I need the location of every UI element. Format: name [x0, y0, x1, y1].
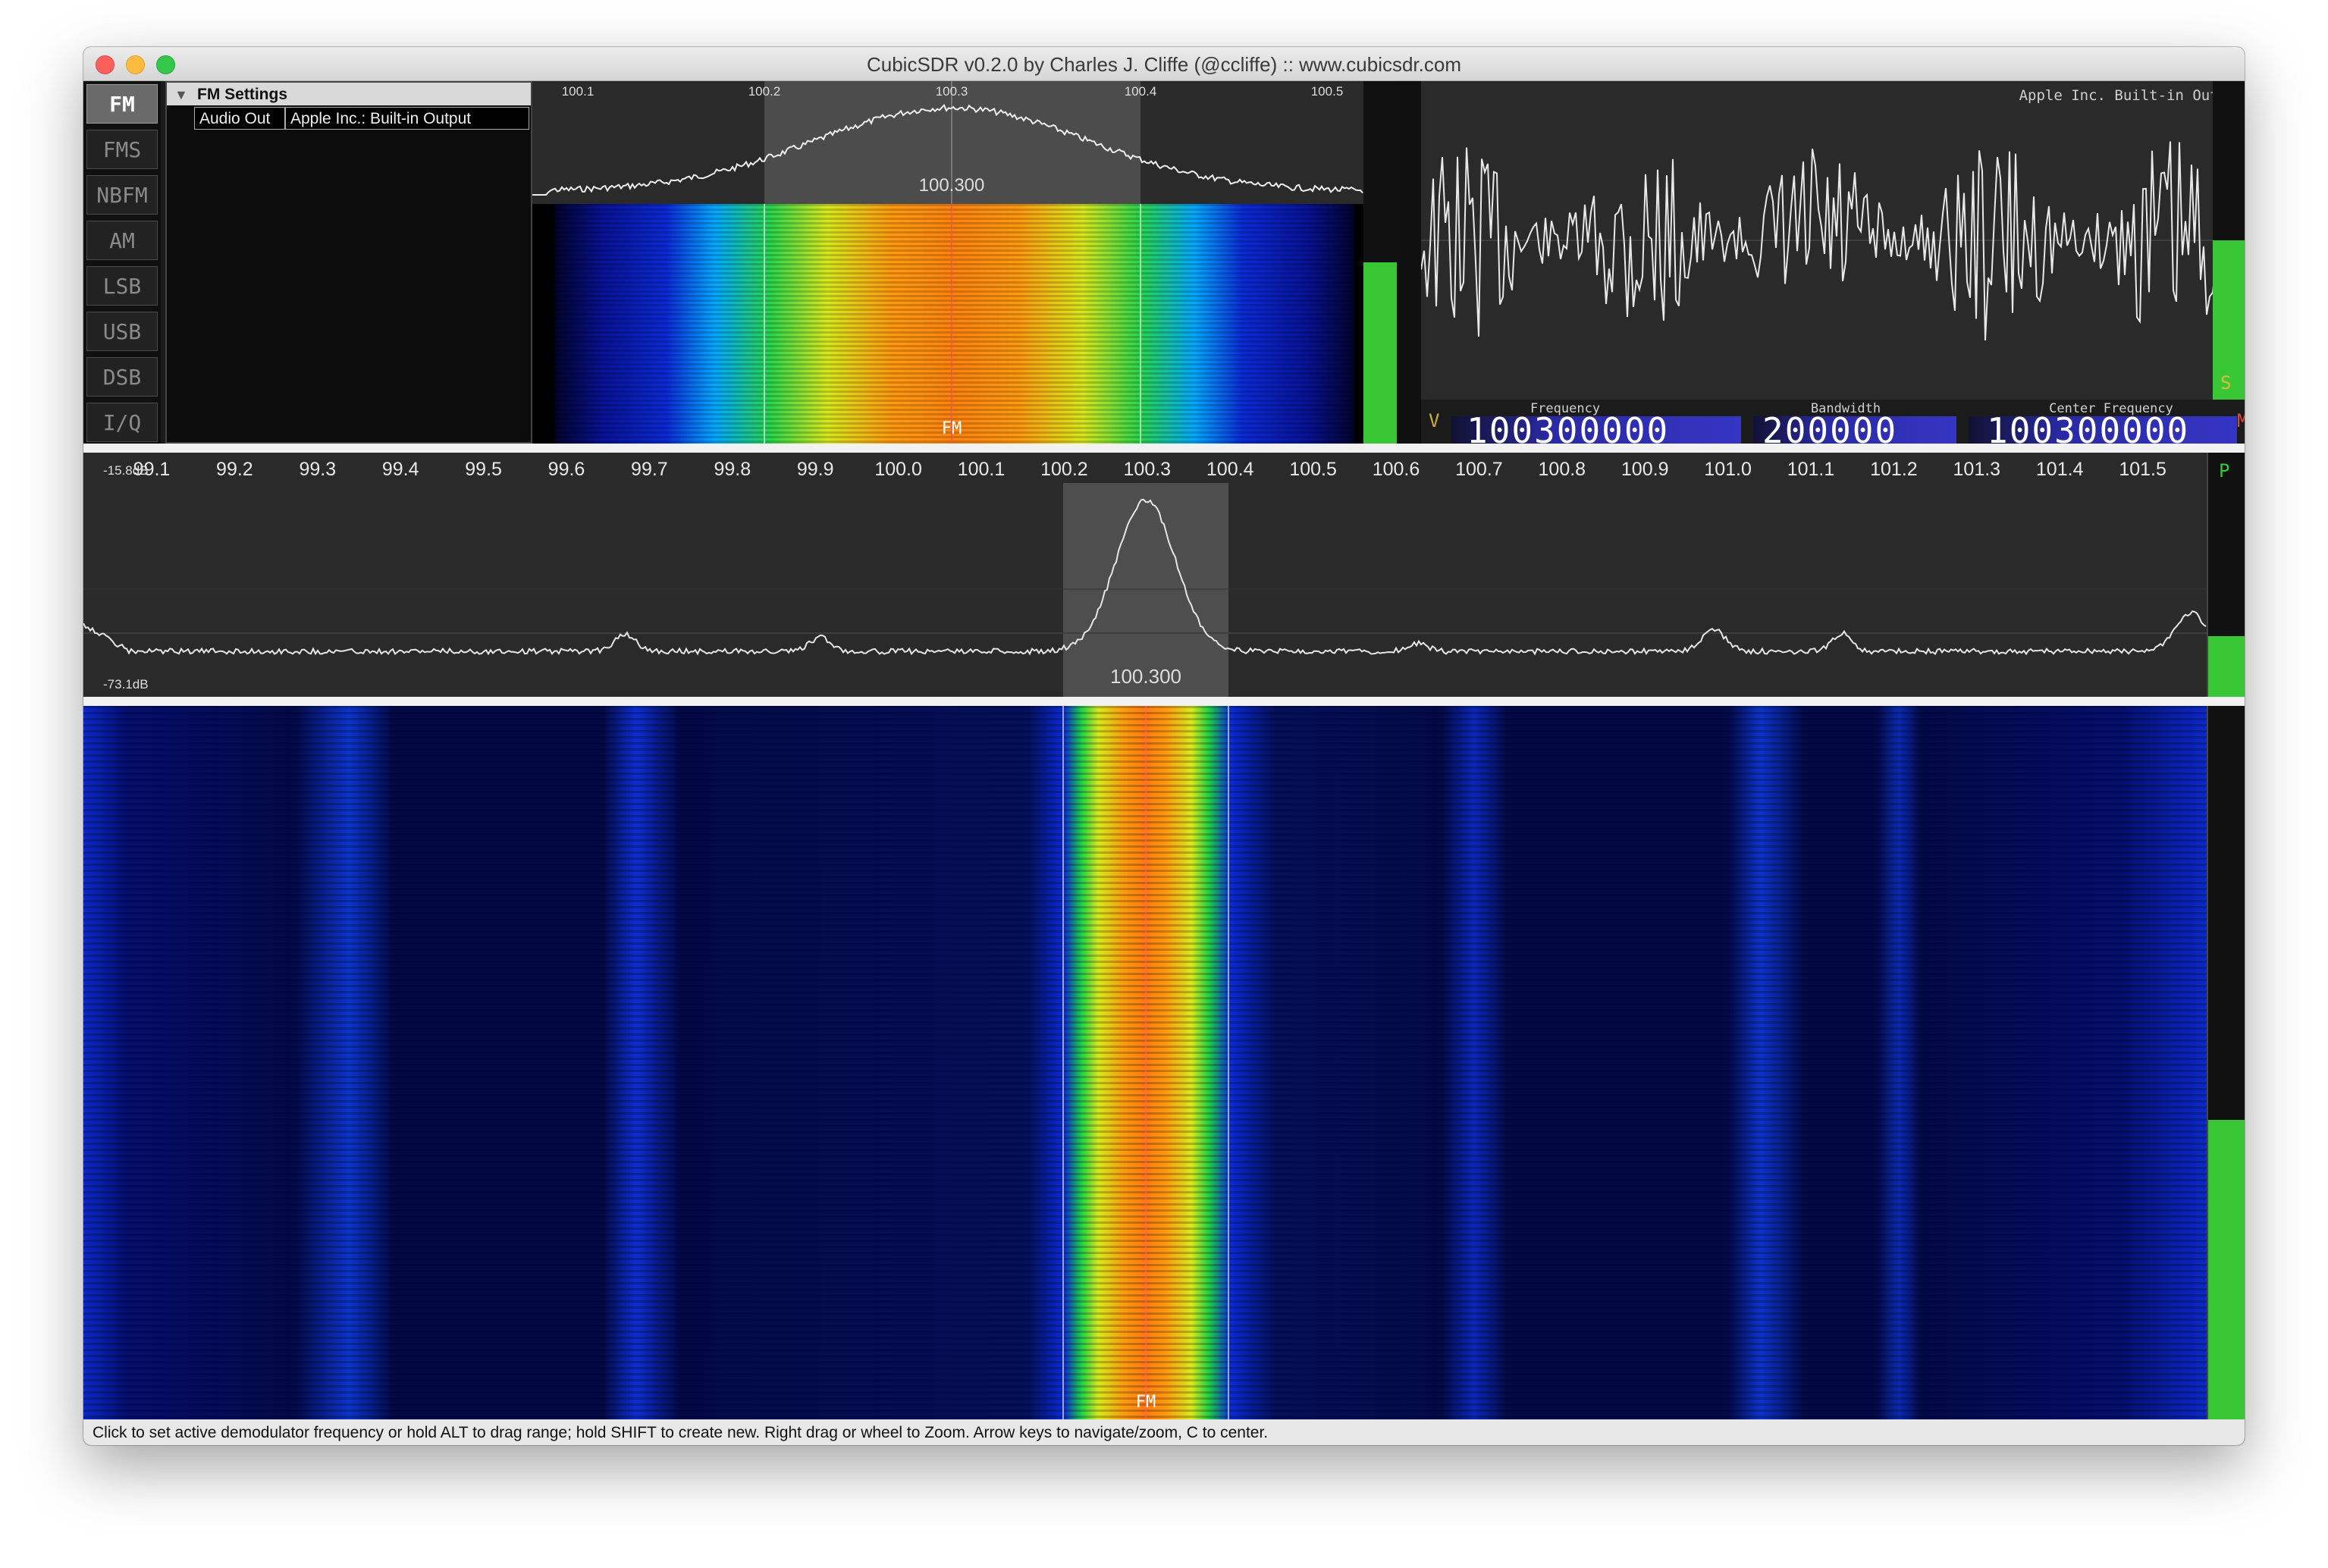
mode-selector: FM FMS NBFM AM LSB USB DSB I/Q: [83, 81, 161, 444]
spectrum-tick-label: 100.2: [1040, 459, 1088, 480]
main-waterfall-texture: [83, 706, 2207, 1419]
waterfall-speed-meter[interactable]: [2207, 706, 2245, 1419]
audio-out-row: Audio Out Apple Inc.: Built-in Output: [167, 107, 531, 130]
app-window: CubicSDR v0.2.0 by Charles J. Cliffe (@c…: [83, 47, 2245, 1445]
mode-button-am[interactable]: AM: [86, 221, 158, 260]
demod-tick-2: 100.2: [748, 84, 781, 99]
main-waterfall-mode-tag: FM: [1135, 1393, 1156, 1412]
status-bar: Click to set active demodulator frequenc…: [83, 1419, 2245, 1445]
audio-scope: Apple Inc. Built-in Output: [1421, 81, 2245, 400]
spectrum-tick-label: 99.4: [381, 459, 419, 480]
main-spectrum-plot: [83, 483, 2207, 697]
settings-title: FM Settings: [197, 86, 287, 103]
spectrum-tick-label: 100.1: [957, 459, 1006, 480]
mode-button-nbfm[interactable]: NBFM: [86, 175, 158, 215]
spectrum-db-top: -15.8dB: [103, 463, 149, 478]
window-title: CubicSDR v0.2.0 by Charles J. Cliffe (@c…: [866, 53, 1461, 76]
scope-level-meter[interactable]: [2213, 81, 2245, 400]
demod-tick-4: 100.4: [1124, 84, 1157, 99]
demod-tick-3: 100.3: [935, 84, 968, 99]
spectrum-tick-label: 100.6: [1372, 459, 1420, 480]
demod-level-meter[interactable]: [1363, 81, 1397, 444]
demod-spectrum[interactable]: 100.1 100.2 100.3 100.4 100.5 100.300: [532, 81, 1363, 204]
scope-device-label: Apple Inc. Built-in Output: [2019, 87, 2245, 104]
demod-mode-tag: FM: [941, 419, 962, 438]
demod-tick-1: 100.1: [561, 84, 595, 99]
audio-scope-plot: [1421, 141, 2245, 341]
spectrum-tick-label: 101.5: [2119, 459, 2166, 480]
demod-waterfall[interactable]: FM: [532, 204, 1363, 444]
mode-button-lsb[interactable]: LSB: [86, 266, 158, 306]
demod-tick-5: 100.5: [1310, 84, 1344, 99]
spectrum-tick-label: 100.7: [1455, 459, 1503, 480]
audio-out-label: Audio Out: [194, 107, 285, 130]
spectrum-level-meter[interactable]: [2207, 453, 2245, 697]
settings-panel: ▼ FM Settings Audio Out Apple Inc.: Buil…: [165, 81, 532, 444]
demod-center-frequency-label: 100.300: [918, 175, 985, 196]
volume-indicator[interactable]: V: [1429, 410, 1439, 431]
meter-gutter: [1397, 81, 1421, 444]
disclosure-triangle-icon[interactable]: ▼: [174, 87, 188, 103]
spectrum-db-bottom: -73.1dB: [103, 677, 149, 691]
spectrum-tick-label: 99.8: [714, 459, 751, 480]
demod-waterfall-plot: [555, 204, 1354, 444]
lower-panel-separator[interactable]: [83, 697, 2245, 706]
mode-button-iq[interactable]: I/Q: [86, 403, 158, 442]
demod-waterfall-texture: [555, 204, 1354, 444]
mute-indicator[interactable]: M: [2237, 410, 2245, 431]
spectrum-tick-label: 101.1: [1787, 459, 1835, 480]
spectrum-level-meter-fill: [2208, 635, 2245, 697]
peak-hold-button[interactable]: P: [2219, 460, 2229, 481]
spectrum-tick-label: 101.4: [2035, 459, 2084, 480]
mode-button-fm[interactable]: FM: [86, 84, 158, 124]
spectrum-tick-label: 100.8: [1538, 459, 1586, 480]
spectrum-tick-label: 100.3: [1123, 459, 1172, 480]
spectrum-tick-label: 99.9: [796, 459, 834, 480]
squelch-indicator[interactable]: S: [2220, 372, 2231, 394]
spectrum-tick-label: 100.9: [1621, 459, 1669, 480]
waterfall-speed-meter-fill: [2208, 1119, 2245, 1419]
mode-button-fms[interactable]: FMS: [86, 130, 158, 169]
settings-header[interactable]: ▼ FM Settings: [167, 83, 531, 105]
frequency-display-row: V Frequency 100300000 Bandwidth 200000 C…: [1421, 400, 2245, 451]
title-bar: CubicSDR v0.2.0 by Charles J. Cliffe (@c…: [83, 47, 2245, 81]
mode-button-usb[interactable]: USB: [86, 312, 158, 351]
demod-level-meter-fill: [1363, 262, 1397, 444]
mode-button-dsb[interactable]: DSB: [86, 357, 158, 397]
main-waterfall[interactable]: FM: [83, 706, 2207, 1419]
spectrum-tick-label: 99.3: [299, 459, 337, 480]
main-center-frequency-label: 100.300: [1110, 665, 1181, 688]
spectrum-tick-label: 100.5: [1289, 459, 1337, 480]
spectrum-tick-label: 101.2: [1870, 459, 1918, 480]
spectrum-tick-label: 99.7: [631, 459, 668, 480]
spectrum-tick-label: 101.0: [1704, 459, 1752, 480]
main-content: FM FMS NBFM AM LSB USB DSB I/Q ▼ FM Sett…: [83, 81, 2245, 1445]
spectrum-tick-label: 99.2: [216, 459, 253, 480]
upper-panel-separator[interactable]: [83, 444, 2245, 453]
spectrum-tick-label: 101.3: [1953, 459, 2001, 480]
spectrum-tick-label: 99.5: [465, 459, 502, 480]
main-spectrum[interactable]: 99.1 99.2 99.3 99.4 99.5 99.6 99.7 99.8 99.9 100.…: [83, 453, 2207, 697]
main-waterfall-plot: [83, 706, 2207, 1419]
spectrum-tick-label: 100.4: [1206, 459, 1254, 480]
spectrum-tick-label: 99.6: [547, 459, 585, 480]
spectrum-tick-label: 100.0: [874, 459, 922, 480]
audio-out-select[interactable]: Apple Inc.: Built-in Output: [285, 107, 529, 130]
